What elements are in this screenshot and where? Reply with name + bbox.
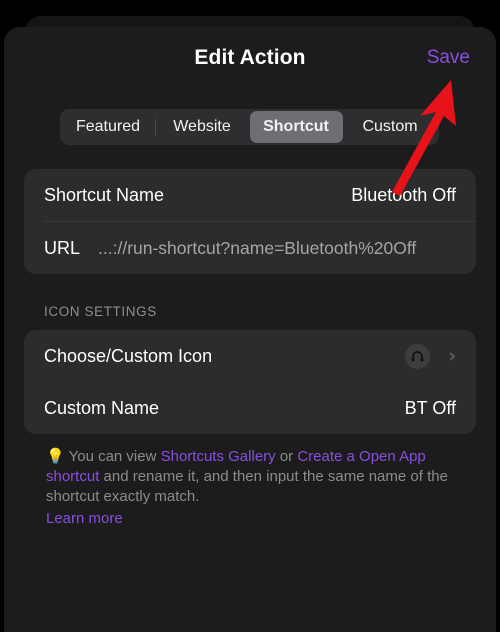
choose-icon-row-right: › [405, 343, 456, 369]
shortcuts-gallery-link[interactable]: Shortcuts Gallery [161, 448, 276, 465]
page-title: Edit Action [194, 46, 306, 69]
headphones-icon[interactable] [405, 343, 431, 369]
segment-website[interactable]: Website [156, 111, 249, 143]
shortcut-url-value[interactable]: ...://run-shortcut?name=Bluetooth%20Off [98, 238, 416, 259]
help-text-3: and rename it, and then input the same n… [46, 468, 448, 505]
shortcut-name-value[interactable]: Bluetooth Off [351, 185, 456, 206]
lightbulb-icon: 💡 [46, 448, 65, 465]
choose-custom-icon-row[interactable]: Choose/Custom Icon › [24, 330, 476, 382]
sheet-header: Edit Action Save [4, 27, 496, 89]
learn-more-link[interactable]: Learn more [46, 509, 123, 529]
segmented-control-wrapper: Featured Website Shortcut Custom [4, 89, 496, 145]
help-text-2: or [275, 448, 298, 465]
action-type-segmented-control[interactable]: Featured Website Shortcut Custom [59, 109, 439, 145]
segment-custom[interactable]: Custom [344, 111, 437, 143]
edit-action-sheet: Edit Action Save Featured Website Shortc… [4, 27, 496, 632]
save-button[interactable]: Save [423, 45, 474, 71]
icon-settings-card: Choose/Custom Icon › Custom Name BT Off [24, 330, 476, 434]
custom-name-label: Custom Name [44, 397, 160, 418]
shortcut-name-label: Shortcut Name [44, 184, 165, 205]
shortcut-details-card: Shortcut Name Bluetooth Off URL ...://ru… [24, 169, 476, 274]
chevron-right-icon: › [448, 344, 456, 367]
custom-name-value[interactable]: BT Off [405, 398, 456, 419]
help-footer: 💡 You can view Shortcuts Gallery or Crea… [24, 434, 476, 529]
custom-name-row[interactable]: Custom Name BT Off [24, 382, 476, 434]
choose-custom-icon-label: Choose/Custom Icon [44, 345, 213, 366]
shortcut-name-row[interactable]: Shortcut Name Bluetooth Off [24, 169, 476, 221]
shortcut-url-row[interactable]: URL ...://run-shortcut?name=Bluetooth%20… [24, 222, 476, 274]
segment-featured[interactable]: Featured [62, 111, 155, 143]
icon-settings-section-title: ICON SETTINGS [44, 304, 157, 319]
segment-shortcut[interactable]: Shortcut [249, 111, 343, 143]
form-content: Shortcut Name Bluetooth Off URL ...://ru… [4, 169, 496, 529]
screen-root: Edit Action Save Featured Website Shortc… [0, 0, 500, 632]
help-text-1: You can view [68, 448, 161, 465]
shortcut-url-label: URL [44, 237, 81, 258]
